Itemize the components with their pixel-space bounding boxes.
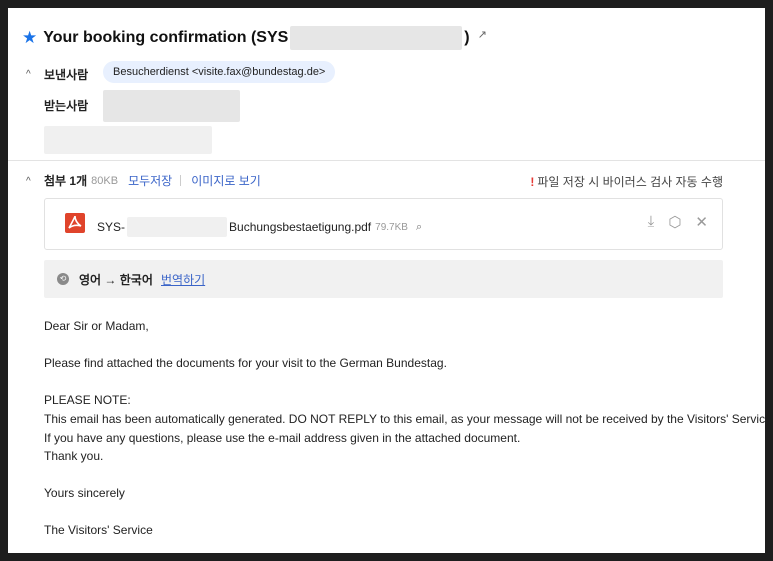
- translate-languages: 영어 → 한국어: [79, 273, 153, 287]
- virus-scan-notice: ! 파일 저장 시 바이러스 검사 자동 수행: [530, 173, 723, 190]
- collapse-sender-icon[interactable]: ^: [26, 69, 31, 80]
- translate-button[interactable]: 번역하기: [161, 271, 205, 288]
- subject-suffix: ): [464, 29, 470, 47]
- attachments-title: 첨부 1개: [44, 174, 88, 188]
- body-thanks: Thank you.: [44, 449, 104, 463]
- subject-prefix: Your booking confirmation (SYS: [43, 29, 289, 47]
- body-note-title: PLEASE NOTE:: [44, 393, 131, 407]
- body-closing: Yours sincerely: [44, 486, 125, 500]
- pdf-icon: [65, 213, 85, 233]
- body-line1: Please find attached the documents for y…: [44, 356, 447, 370]
- attachment-size: 79.7KB: [375, 221, 408, 233]
- to-label: 받는사람: [44, 99, 89, 113]
- subject-row: ★ Your booking confirmation (SYS) ↗: [22, 26, 487, 50]
- redacted-filename: [127, 217, 228, 237]
- translate-icon: ⟲: [57, 273, 69, 285]
- attachments-size: 80KB: [91, 174, 119, 187]
- redacted-recipient: [103, 90, 240, 122]
- download-icon[interactable]: ⤓: [648, 213, 655, 231]
- body-greeting: Dear Sir or Madam,: [44, 319, 149, 333]
- separator: [180, 175, 182, 186]
- preview-icon[interactable]: ⌕: [416, 221, 422, 234]
- warning-icon: !: [530, 175, 535, 189]
- email-subject: Your booking confirmation (SYS): [43, 26, 470, 50]
- external-link-icon[interactable]: ↗: [478, 28, 487, 41]
- attachment-item[interactable]: SYS- Buchungsbestaetigung.pdf 79.7KB ⌕ ⤓ …: [44, 198, 723, 250]
- filename-suffix: Buchungsbestaetigung.pdf: [229, 220, 372, 234]
- redacted-block: [290, 26, 463, 50]
- body-signature: The Visitors' Service: [44, 523, 153, 537]
- close-icon[interactable]: ✕: [695, 213, 708, 231]
- sender-chip[interactable]: Besucherdienst <visite.fax@bundestag.de>: [103, 61, 336, 83]
- from-label: 보낸사람: [44, 68, 89, 82]
- attachment-filename[interactable]: SYS- Buchungsbestaetigung.pdf 79.7KB ⌕: [97, 217, 422, 237]
- view-as-image-link[interactable]: 이미지로 보기: [191, 172, 261, 189]
- collapse-attachments-icon[interactable]: ^: [26, 176, 31, 187]
- translate-bar: ⟲ 영어 → 한국어 번역하기: [44, 260, 723, 298]
- redacted-recipient-2: [44, 126, 212, 154]
- star-icon[interactable]: ★: [22, 28, 37, 48]
- virus-notice-text: 파일 저장 시 바이러스 검사 자동 수행: [537, 175, 723, 189]
- filename-prefix: SYS-: [97, 220, 126, 234]
- virus-scan-icon[interactable]: ⬡: [668, 213, 681, 231]
- attachment-actions: ⤓ ⬡ ✕: [648, 213, 708, 231]
- save-all-link[interactable]: 모두저장: [128, 172, 172, 189]
- body-note2: If you have any questions, please use th…: [44, 431, 521, 445]
- header-divider: [8, 160, 765, 161]
- email-view: ★ Your booking confirmation (SYS) ↗ ^ 보낸…: [8, 8, 765, 553]
- body-note1: This email has been automatically genera…: [44, 412, 765, 426]
- attachments-header: 첨부 1개 80KB 모두저장 이미지로 보기: [44, 172, 261, 189]
